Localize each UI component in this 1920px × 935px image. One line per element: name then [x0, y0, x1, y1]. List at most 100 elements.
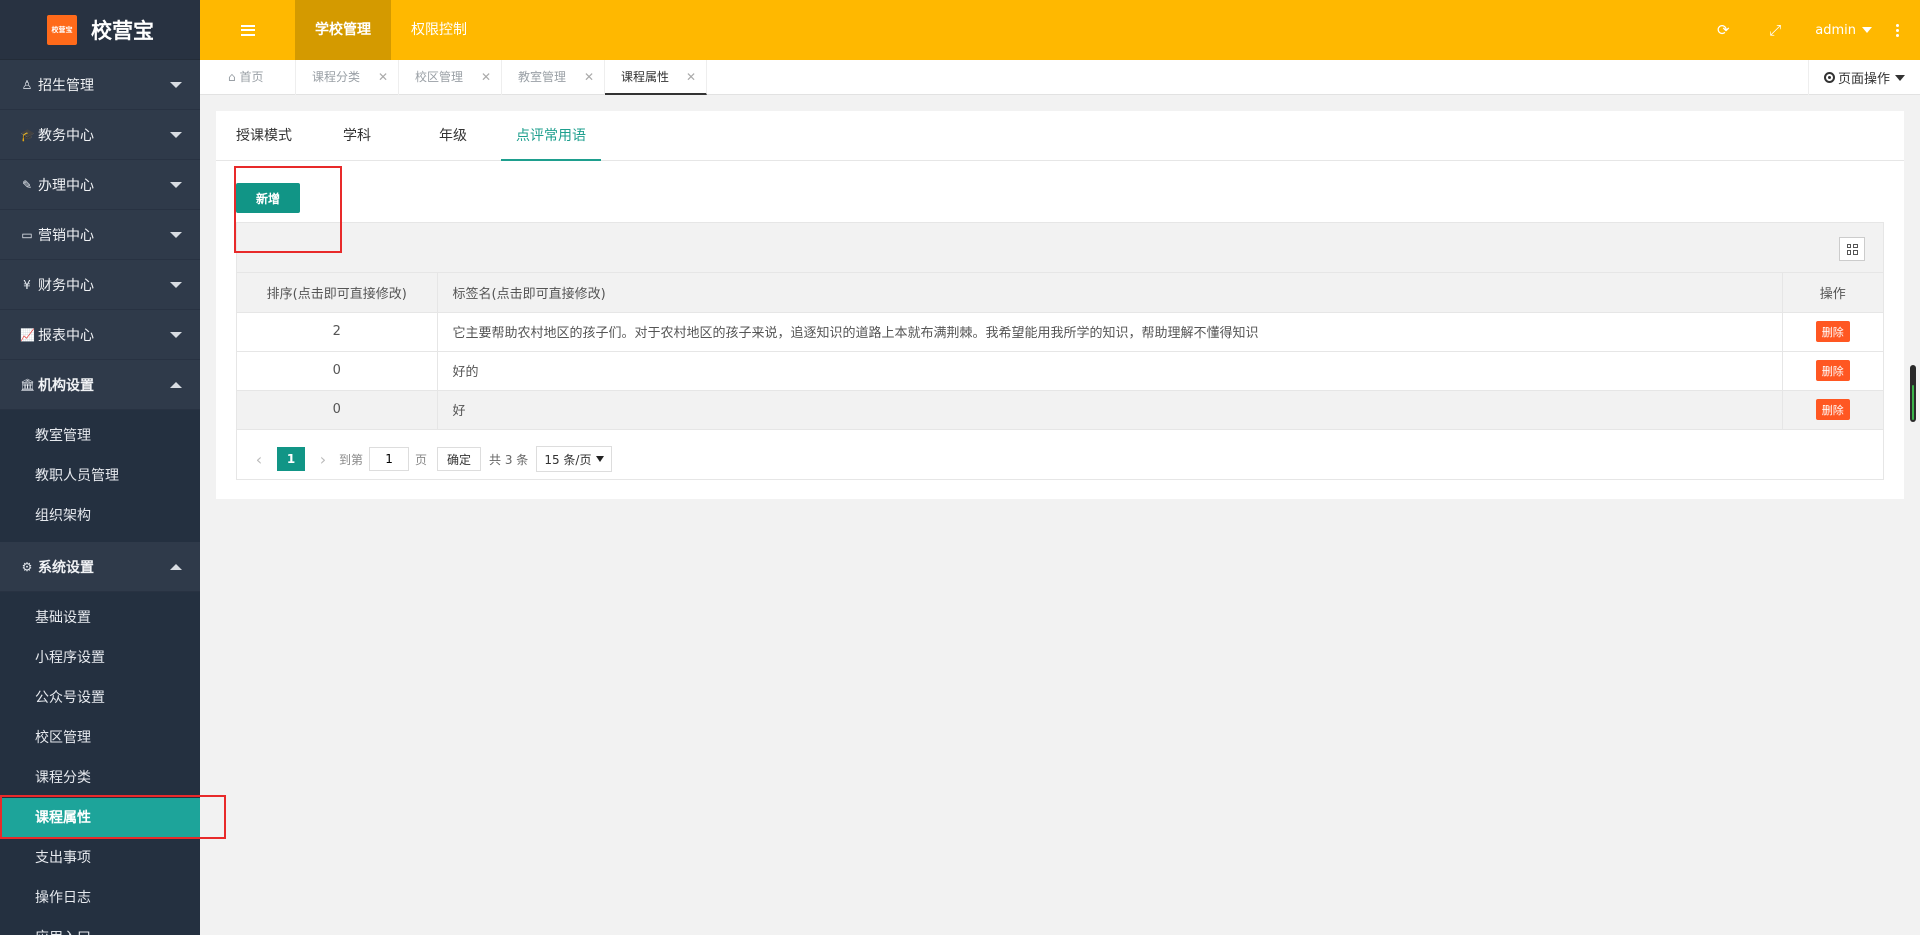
col-header-order[interactable]: 排序(点击即可直接修改)	[237, 273, 438, 313]
top-tab-permission-control[interactable]: 权限控制	[391, 0, 487, 60]
user-menu[interactable]: admin	[1801, 23, 1886, 38]
nav-group-finance[interactable]: ¥ 财务中心	[0, 260, 200, 310]
more-vertical-icon[interactable]	[1886, 23, 1908, 37]
page-tab-campus[interactable]: 校区管理 ✕	[399, 60, 502, 95]
scrollbar-handle[interactable]	[1910, 365, 1916, 422]
page-operations-menu[interactable]: 页面操作	[1808, 60, 1920, 95]
caret-down-icon	[1862, 27, 1872, 33]
page-tab-classroom[interactable]: 教室管理 ✕	[502, 60, 605, 95]
person-icon: ♙	[21, 77, 33, 92]
top-tab-school-management[interactable]: 学校管理	[295, 0, 391, 60]
delete-button[interactable]: 删除	[1815, 321, 1850, 342]
sidebar-item-course-attributes[interactable]: 课程属性	[0, 798, 200, 838]
cell-actions: 删除	[1782, 351, 1883, 391]
cell-actions: 删除	[1782, 312, 1883, 352]
graduation-cap-icon: 🎓	[20, 127, 35, 142]
caret-down-icon	[170, 231, 182, 238]
refresh-icon[interactable]: ⟳	[1697, 0, 1749, 60]
caret-up-icon	[170, 381, 182, 388]
table-row: 2 它主要帮助农村地区的孩子们。对于农村地区的孩子来说，追逐知识的道路上本就布满…	[237, 312, 1883, 352]
logo-badge-icon: 校营宝	[47, 14, 77, 45]
nav-group-label: 报表中心	[38, 327, 94, 344]
goto-prefix: 到第	[339, 452, 364, 467]
nav-group-marketing[interactable]: ▭ 营销中心	[0, 210, 200, 260]
nav-group-reports[interactable]: 📈 报表中心	[0, 310, 200, 360]
page-tab-course-attributes[interactable]: 课程属性 ✕	[605, 60, 707, 95]
columns-filter-icon[interactable]	[1839, 237, 1865, 261]
caret-down-icon	[596, 456, 605, 462]
cell-order[interactable]: 0	[237, 351, 438, 391]
page-tab-label: 课程属性	[621, 70, 670, 84]
sidebar-item-official-account[interactable]: 公众号设置	[0, 678, 200, 718]
dot-circle-icon	[1823, 72, 1835, 83]
sidebar-item-basic-settings[interactable]: 基础设置	[0, 598, 200, 638]
page-tab-label: 课程分类	[312, 70, 361, 84]
goto-confirm-button[interactable]: 确定	[437, 447, 482, 471]
tab-teaching-mode[interactable]: 授课模式	[236, 111, 292, 161]
sidebar-item-classroom[interactable]: 教室管理	[0, 416, 200, 456]
close-icon[interactable]: ✕	[686, 60, 696, 95]
sidebar-item-app-entry[interactable]: 应用入口	[0, 918, 200, 935]
caret-down-icon	[170, 81, 182, 88]
close-icon[interactable]: ✕	[481, 60, 491, 95]
table-row: 0 好 删除	[237, 390, 1883, 430]
col-header-label[interactable]: 标签名(点击即可直接修改)	[437, 273, 1783, 313]
page-size-select[interactable]: 15 条/页	[536, 446, 613, 472]
cell-order[interactable]: 2	[237, 312, 438, 352]
sidebar-item-org-structure[interactable]: 组织架构	[0, 496, 200, 536]
delete-button[interactable]: 删除	[1815, 360, 1850, 381]
sidebar-item-course-category[interactable]: 课程分类	[0, 758, 200, 798]
cell-label[interactable]: 好	[437, 390, 1783, 430]
total-count: 共 3 条	[489, 452, 529, 467]
username: admin	[1815, 22, 1856, 38]
sidebar-item-expenses[interactable]: 支出事项	[0, 838, 200, 878]
logo[interactable]: 校营宝 校营宝	[0, 0, 200, 60]
fullscreen-icon[interactable]: ⤢	[1749, 0, 1801, 60]
nav-group-label: 办理中心	[38, 177, 94, 194]
goto-page-input[interactable]	[369, 447, 410, 471]
nav-group-institution[interactable]: 🏛 机构设置	[0, 360, 200, 410]
page-tab-course-category[interactable]: 课程分类 ✕	[296, 60, 399, 95]
col-header-actions: 操作	[1782, 273, 1883, 313]
line-chart-icon: 📈	[20, 327, 35, 342]
subnav-institution: 教室管理 教职人员管理 组织架构	[0, 410, 200, 542]
close-icon[interactable]: ✕	[378, 60, 388, 95]
sidebar-item-campus[interactable]: 校区管理	[0, 718, 200, 758]
nav-group-system[interactable]: ⚙ 系统设置	[0, 542, 200, 592]
table-row: 0 好的 删除	[237, 351, 1883, 391]
yen-icon: ¥	[23, 277, 31, 292]
caret-down-icon	[170, 181, 182, 188]
cell-label[interactable]: 好的	[437, 351, 1783, 391]
prev-page-icon[interactable]: ‹	[249, 449, 269, 469]
page-ops-label: 页面操作	[1837, 72, 1890, 87]
nav-group-label: 机构设置	[38, 377, 94, 394]
top-header: 学校管理 权限控制 ⟳ ⤢ admin	[200, 0, 1920, 60]
add-button[interactable]: 新增	[236, 183, 300, 213]
menu-toggle-button[interactable]	[200, 0, 295, 60]
subnav-system: 基础设置 小程序设置 公众号设置 校区管理 课程分类 课程属性 支出事项 操作日…	[0, 592, 200, 935]
sidebar-item-miniprogram[interactable]: 小程序设置	[0, 638, 200, 678]
laptop-icon: ▭	[21, 227, 33, 242]
tab-subject[interactable]: 学科	[343, 111, 371, 161]
nav-group-label: 营销中心	[38, 227, 94, 244]
tab-review-phrases[interactable]: 点评常用语	[501, 111, 601, 161]
nav-group-academic[interactable]: 🎓 教务中心	[0, 110, 200, 160]
close-icon[interactable]: ✕	[584, 60, 594, 95]
page-tab-home[interactable]: ⌂ 首页	[200, 60, 296, 95]
header-actions: ⟳ ⤢ admin	[1697, 0, 1920, 60]
nav-group-handling[interactable]: ✎ 办理中心	[0, 160, 200, 210]
page-tabs-bar: ⌂ 首页 课程分类 ✕ 校区管理 ✕ 教室管理 ✕ 课程属性 ✕ 页面操作	[200, 60, 1920, 95]
sidebar-item-operation-log[interactable]: 操作日志	[0, 878, 200, 918]
sidebar-item-staff[interactable]: 教职人员管理	[0, 456, 200, 496]
page-size-value: 15 条/页	[544, 452, 592, 467]
next-page-icon[interactable]: ›	[313, 449, 333, 469]
nav-group-enrollment[interactable]: ♙ 招生管理	[0, 60, 200, 110]
caret-up-icon	[170, 563, 182, 570]
delete-button[interactable]: 删除	[1815, 399, 1850, 420]
content-card: 授课模式 学科 年级 点评常用语 新增 排序(点击即可直接修改) 标签名(点击即…	[216, 111, 1904, 499]
tab-grade[interactable]: 年级	[439, 111, 467, 161]
cell-order[interactable]: 0	[237, 390, 438, 430]
page-tab-label: 首页	[239, 70, 264, 84]
page-number-current[interactable]: 1	[277, 447, 305, 471]
cell-label[interactable]: 它主要帮助农村地区的孩子们。对于农村地区的孩子来说，追逐知识的道路上本就布满荆棘…	[437, 312, 1783, 352]
